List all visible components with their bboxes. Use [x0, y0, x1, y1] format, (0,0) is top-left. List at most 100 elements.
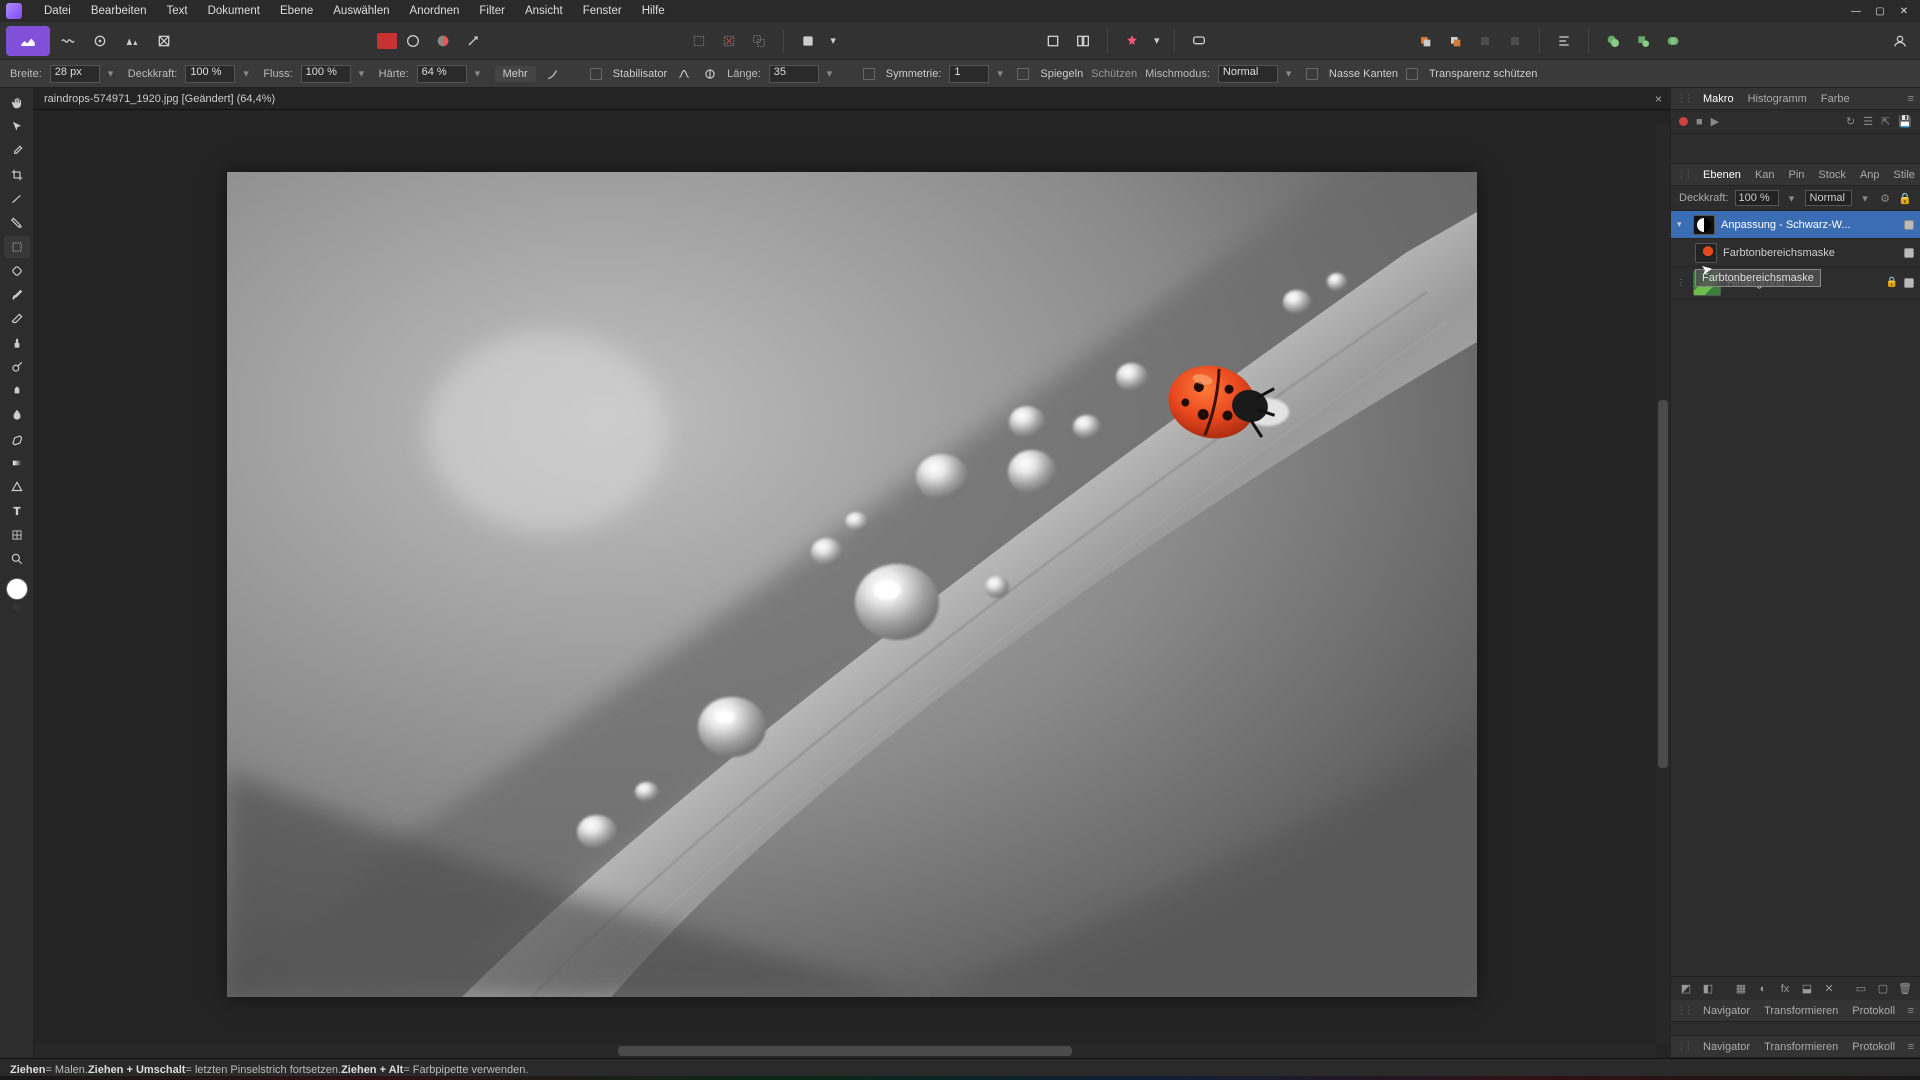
menu-item[interactable]: Fenster [573, 2, 632, 20]
color-picker-tool-icon[interactable] [4, 140, 30, 162]
grip-icon[interactable]: ⋮⋮ [1677, 1041, 1691, 1052]
width-input[interactable]: 28 px [50, 65, 100, 83]
hand-tool-icon[interactable] [4, 92, 30, 114]
more-button[interactable]: Mehr [495, 66, 536, 82]
expand-icon[interactable]: ▾ [1677, 219, 1687, 230]
panel-tab[interactable]: Pin [1783, 167, 1811, 183]
flow-input[interactable]: 100 % [301, 65, 351, 83]
dropdown-icon[interactable]: ▾ [1785, 192, 1799, 205]
symmetry-input[interactable]: 1 [949, 65, 989, 83]
account-icon[interactable] [1886, 27, 1914, 55]
dropdown-icon[interactable]: ▾ [108, 67, 120, 80]
panel-tab[interactable]: Kan [1749, 167, 1781, 183]
visibility-toggle[interactable] [1904, 220, 1914, 230]
arrange-front-icon[interactable] [1411, 27, 1439, 55]
lock-icon[interactable]: 🔒 [1898, 192, 1912, 205]
menu-item[interactable]: Datei [34, 2, 81, 20]
menu-item[interactable]: Hilfe [632, 2, 675, 20]
panel-menu-icon[interactable]: ≡ [1908, 1041, 1914, 1053]
protect-label[interactable]: Schützen [1091, 68, 1137, 80]
selection-add-icon[interactable] [685, 27, 713, 55]
export-icon[interactable]: ⇱ [1881, 115, 1890, 128]
dropdown-icon[interactable]: ▾ [827, 67, 839, 80]
wet-edges-checkbox[interactable] [1306, 68, 1318, 80]
vertical-scrollbar[interactable] [1656, 124, 1670, 1044]
healing-tool-icon[interactable] [4, 260, 30, 282]
lock-icon[interactable]: 🔒 [1886, 277, 1898, 288]
persona-export-icon[interactable] [150, 27, 178, 55]
hardness-input[interactable]: 64 % [417, 65, 467, 83]
panel-menu-icon[interactable]: ≡ [1908, 93, 1914, 105]
clone-tool-icon[interactable] [4, 332, 30, 354]
persona-photo-icon[interactable] [6, 26, 50, 56]
crop-tool-icon[interactable] [4, 164, 30, 186]
group-icon[interactable]: ▭ [1852, 980, 1870, 998]
grip-icon[interactable]: ⋮⋮ [1677, 1005, 1691, 1016]
persona-develop-icon[interactable] [86, 27, 114, 55]
dropdown-icon[interactable]: ▾ [1286, 67, 1298, 80]
dropdown-icon[interactable]: ▾ [1858, 192, 1872, 205]
dropdown-icon[interactable]: ▾ [243, 67, 255, 80]
preview-icon[interactable] [1185, 27, 1213, 55]
layer-name[interactable]: Farbtonbereichsmaske [1723, 247, 1880, 259]
move-tool-icon[interactable] [4, 116, 30, 138]
mask-layer-icon[interactable]: ◩ [1677, 980, 1695, 998]
menu-item[interactable]: Text [156, 2, 197, 20]
rope-mode-icon[interactable] [675, 65, 693, 83]
window-mode-icon[interactable] [701, 65, 719, 83]
symmetry-checkbox[interactable] [863, 68, 875, 80]
panel-tab[interactable]: Farbe [1815, 91, 1856, 107]
foreground-color-swatch[interactable] [6, 578, 28, 600]
adjustment-icon[interactable]: ◐ [1754, 980, 1772, 998]
selection-intersect-icon[interactable] [745, 27, 773, 55]
zoom-tool-icon[interactable] [4, 548, 30, 570]
auto-colors-icon[interactable] [459, 27, 487, 55]
panel-tab[interactable]: Protokoll [1846, 1039, 1901, 1055]
menu-item[interactable]: Bearbeiten [81, 2, 157, 20]
dropdown-icon[interactable]: ▾ [826, 27, 840, 55]
persona-tone-icon[interactable] [118, 27, 146, 55]
document-tab[interactable]: raindrops-574971_1920.jpg [Geändert] (64… [34, 88, 1670, 110]
stabilizer-checkbox[interactable] [590, 68, 602, 80]
layer-name[interactable]: Anpassung - Schwarz-W... [1721, 219, 1880, 231]
crop-icon[interactable] [1039, 27, 1067, 55]
canvas-area[interactable] [34, 110, 1670, 1058]
visibility-toggle[interactable] [1904, 278, 1914, 288]
panel-tab[interactable]: Stock [1812, 167, 1852, 183]
background-color-swatch[interactable] [12, 604, 22, 610]
marquee-tool-icon[interactable] [4, 236, 30, 258]
scrollbar-thumb[interactable] [1658, 400, 1668, 768]
flood-select-tool-icon[interactable] [4, 212, 30, 234]
geometry-intersect-icon[interactable] [1659, 27, 1687, 55]
blend-ranges-icon[interactable]: ◧ [1699, 980, 1717, 998]
layer-row-background[interactable]: ⋮ Hintergrund 🔒 [1671, 267, 1920, 299]
pressure-icon[interactable] [544, 65, 562, 83]
delete-icon[interactable]: ✕ [1820, 980, 1838, 998]
gradient-tool-icon[interactable] [4, 452, 30, 474]
assistant-icon[interactable] [1118, 27, 1146, 55]
scrollbar-thumb[interactable] [618, 1046, 1072, 1056]
close-icon[interactable]: × [1655, 92, 1662, 106]
align-icon[interactable] [1550, 27, 1578, 55]
blendmode-select[interactable]: Normal [1805, 190, 1852, 206]
mirror-checkbox[interactable] [1017, 68, 1029, 80]
dropdown-icon[interactable]: ▾ [359, 67, 371, 80]
dropdown-icon[interactable]: ▾ [1150, 27, 1164, 55]
auto-levels-icon[interactable] [399, 27, 427, 55]
dropdown-icon[interactable]: ▾ [475, 67, 487, 80]
text-tool-icon[interactable] [4, 500, 30, 522]
horizontal-scrollbar[interactable] [34, 1044, 1656, 1058]
add-layer-icon[interactable]: ▦ [1732, 980, 1750, 998]
smudge-tool-icon[interactable] [4, 380, 30, 402]
grip-icon[interactable]: ⋮⋮ [1677, 169, 1691, 180]
close-button[interactable]: ✕ [1894, 3, 1914, 19]
mesh-tool-icon[interactable] [4, 524, 30, 546]
panel-menu-icon[interactable]: ≡ [1908, 1005, 1914, 1017]
panel-tab[interactable]: Histogramm [1742, 91, 1813, 107]
panel-tab[interactable]: Makro [1697, 91, 1740, 107]
list-icon[interactable]: ☰ [1863, 115, 1873, 128]
panel-tab[interactable]: Navigator [1697, 1003, 1756, 1019]
blur-tool-icon[interactable] [4, 404, 30, 426]
quick-mask-icon[interactable] [794, 27, 822, 55]
panel-tab[interactable]: Transformieren [1758, 1003, 1844, 1019]
